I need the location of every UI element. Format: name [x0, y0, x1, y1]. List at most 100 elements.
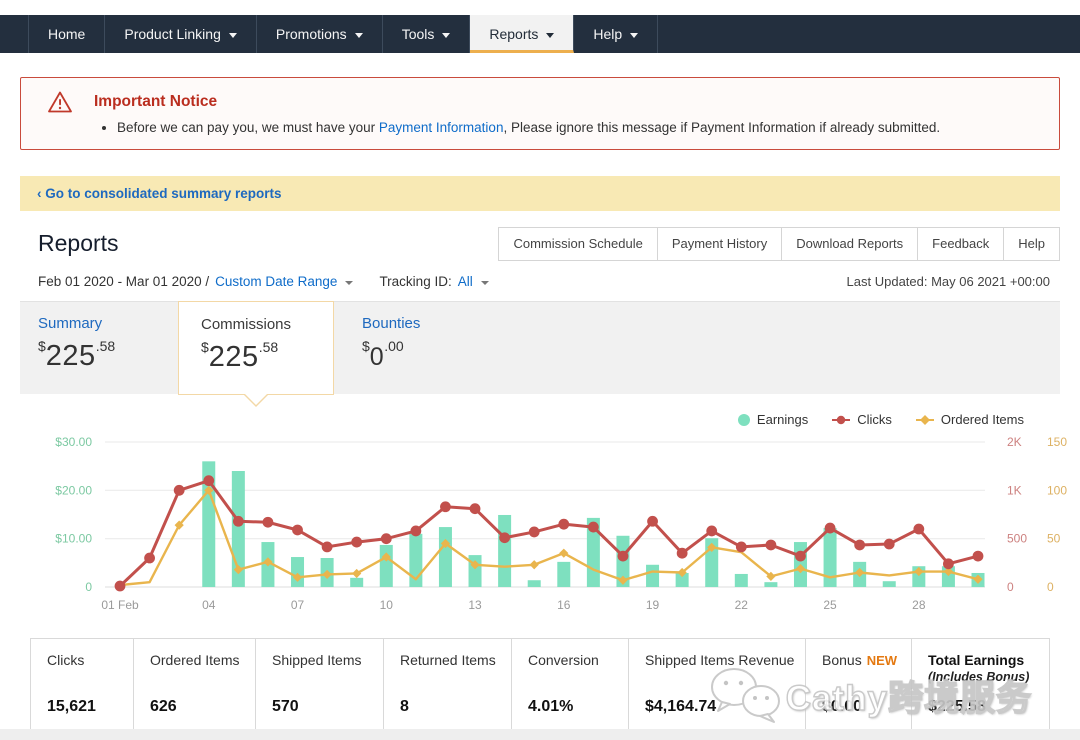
- bonus-label: Bonus: [822, 652, 862, 668]
- svg-text:19: 19: [646, 598, 660, 612]
- svg-text:100: 100: [1047, 483, 1067, 497]
- tab-payment-history[interactable]: Payment History: [657, 227, 783, 261]
- stat-shipped-items-revenue: Shipped Items Revenue $4,164.74: [629, 639, 806, 729]
- legend-label: Earnings: [756, 412, 809, 427]
- stat-ordered-items: Ordered Items 626: [134, 639, 256, 729]
- nav-item-reports[interactable]: Reports: [470, 15, 575, 53]
- svg-text:0: 0: [85, 580, 92, 594]
- stat-label: Shipped Items: [272, 652, 362, 668]
- cents: .58: [258, 339, 279, 355]
- svg-text:28: 28: [912, 598, 926, 612]
- svg-text:$20.00: $20.00: [55, 483, 92, 497]
- stat-conversion: Conversion 4.01%: [512, 639, 629, 729]
- card-bounties[interactable]: Bounties $0.00: [334, 302, 492, 394]
- legend-ordered-items[interactable]: Ordered Items: [915, 412, 1024, 427]
- chevron-down-icon[interactable]: [480, 281, 489, 285]
- filter-row: Feb 01 2020 - Mar 01 2020 / Custom Date …: [20, 261, 1060, 301]
- report-tabs: Commission Schedule Payment History Down…: [498, 227, 1060, 261]
- caret-down-icon: [354, 32, 363, 38]
- earnings-cards-strip: Summary $225.58 Commissions $225.58 Boun…: [20, 301, 1060, 395]
- new-badge: NEW: [866, 653, 898, 668]
- card-commissions-label: Commissions: [201, 316, 292, 333]
- card-summary[interactable]: Summary $225.58: [20, 302, 178, 394]
- dollars: 225: [45, 340, 96, 372]
- svg-text:1K: 1K: [1007, 483, 1022, 497]
- stat-value: 15,621: [47, 698, 96, 715]
- page-title: Reports: [38, 230, 119, 256]
- cents: .58: [95, 338, 116, 354]
- stat-label: Shipped Items Revenue: [645, 652, 795, 668]
- stat-value: 8: [400, 698, 409, 715]
- currency-sign: $: [201, 339, 209, 355]
- important-notice-banner: Important Notice Before we can pay you, …: [20, 77, 1060, 150]
- stat-sublabel: (Includes Bonus): [928, 670, 1030, 684]
- svg-text:25: 25: [823, 598, 837, 612]
- notice-title: Important Notice: [94, 93, 218, 110]
- chevron-down-icon[interactable]: [345, 281, 354, 285]
- svg-text:150: 150: [1047, 435, 1067, 449]
- tracking-id-dropdown[interactable]: All: [458, 274, 473, 289]
- svg-text:2K: 2K: [1007, 435, 1022, 449]
- legend-label: Ordered Items: [940, 412, 1024, 427]
- nav-item-help[interactable]: Help: [574, 15, 659, 53]
- date-range-text: Feb 01 2020 - Mar 01 2020 /: [38, 274, 210, 289]
- stat-value: $4,164.74: [645, 698, 717, 715]
- nav-item-label: Tools: [401, 26, 435, 42]
- payment-information-link[interactable]: Payment Information: [379, 120, 504, 135]
- svg-text:22: 22: [735, 598, 749, 612]
- svg-text:50: 50: [1047, 532, 1061, 546]
- dollars: 0: [369, 343, 385, 371]
- stat-value: 4.01%: [528, 698, 574, 715]
- main-navbar: Home Product Linking Promotions Tools Re…: [0, 15, 1080, 53]
- custom-date-range-dropdown[interactable]: Custom Date Range: [215, 274, 337, 289]
- nav-item-tools[interactable]: Tools: [383, 15, 471, 53]
- stat-label: Clicks: [47, 652, 85, 668]
- tab-feedback[interactable]: Feedback: [918, 227, 1005, 261]
- notice-bullet: Before we can pay you, we must have your…: [117, 120, 1039, 135]
- card-summary-label[interactable]: Summary: [38, 315, 178, 332]
- stats-summary-table: Clicks 15,621 Ordered Items 626 Shipped …: [30, 638, 1050, 730]
- notice-bullet-list: Before we can pay you, we must have your…: [103, 120, 1039, 135]
- svg-text:$30.00: $30.00: [55, 435, 92, 449]
- card-bounties-value: $0.00: [362, 338, 492, 372]
- card-bounties-label[interactable]: Bounties: [362, 315, 492, 332]
- legend-clicks[interactable]: Clicks: [832, 412, 892, 427]
- svg-text:16: 16: [557, 598, 571, 612]
- nav-item-product-linking[interactable]: Product Linking: [105, 15, 257, 53]
- stat-clicks: Clicks 15,621: [31, 639, 134, 729]
- tab-download-reports[interactable]: Download Reports: [782, 227, 919, 261]
- legend-earnings[interactable]: Earnings: [737, 412, 809, 427]
- tab-help[interactable]: Help: [1004, 227, 1060, 261]
- stat-value: 570: [272, 698, 299, 715]
- legend-label: Clicks: [857, 412, 892, 427]
- svg-text:10: 10: [380, 598, 394, 612]
- nav-item-home[interactable]: Home: [28, 15, 106, 53]
- nav-item-promotions[interactable]: Promotions: [257, 15, 383, 53]
- stat-label: Ordered Items: [150, 652, 240, 668]
- last-updated-text: Last Updated: May 06 2021 +00:00: [846, 274, 1050, 289]
- earnings-dot-icon: [737, 413, 750, 426]
- tab-commission-schedule[interactable]: Commission Schedule: [498, 227, 658, 261]
- stat-value: $225.58: [928, 698, 986, 715]
- card-commissions-active[interactable]: Commissions $225.58: [178, 301, 334, 395]
- svg-text:04: 04: [202, 598, 216, 612]
- currency-sign: $: [362, 338, 370, 354]
- nav-item-label: Home: [48, 26, 86, 42]
- earnings-clicks-chart[interactable]: $30.00 2K 150$20.00 1K 100$10.00 500 500 0 001 F…: [20, 427, 1080, 623]
- consolidated-summary-link[interactable]: ‹ Go to consolidated summary reports: [37, 186, 282, 201]
- stat-total-earnings: Total Earnings (Includes Bonus) $225.58: [912, 639, 1049, 729]
- nav-item-label: Promotions: [275, 26, 347, 42]
- footer-strip: [0, 729, 1080, 740]
- svg-text:13: 13: [468, 598, 482, 612]
- stat-label: Returned Items: [400, 652, 496, 668]
- svg-text:01 Feb: 01 Feb: [101, 598, 139, 612]
- stat-label: Bonus NEW: [822, 652, 905, 668]
- notice-text-post: , Please ignore this message if Payment …: [503, 120, 941, 135]
- svg-text:0: 0: [1007, 580, 1014, 594]
- stat-label: Total Earnings: [928, 652, 1025, 668]
- caret-down-icon: [546, 32, 555, 38]
- ordered-items-marker-icon: [915, 414, 934, 425]
- currency-sign: $: [38, 338, 46, 354]
- caret-down-icon: [630, 32, 639, 38]
- chart-legend: Earnings Clicks Ordered Items: [20, 400, 1060, 427]
